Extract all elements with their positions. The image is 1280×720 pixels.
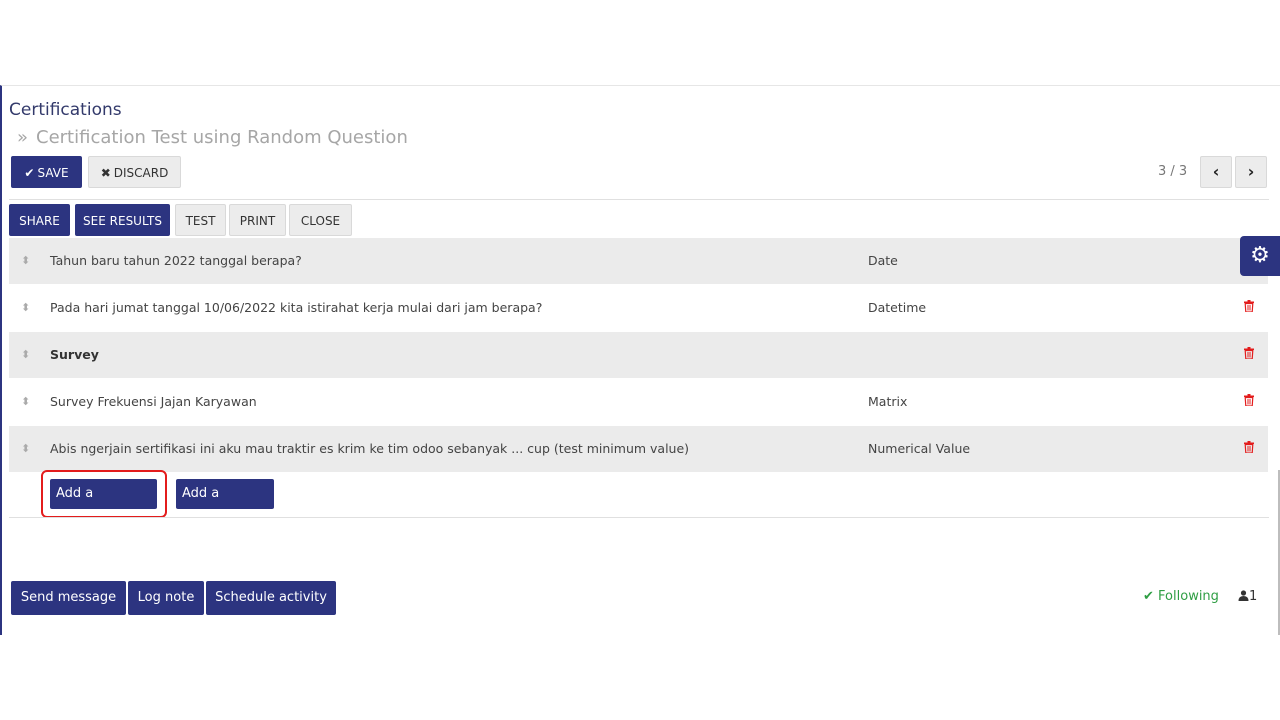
drag-handle-icon[interactable]: ⬍ [21, 285, 30, 331]
check-icon: ✔ [24, 166, 35, 180]
following-label: Following [1158, 589, 1219, 604]
user-icon [1238, 590, 1249, 601]
drag-handle-icon[interactable]: ⬍ [21, 426, 30, 472]
share-button[interactable]: SHARE [9, 204, 70, 236]
breadcrumb-current-label: Certification Test using Random Question [36, 127, 408, 148]
trash-icon[interactable] [1244, 441, 1254, 453]
settings-gear-button[interactable]: ⚙ [1240, 236, 1280, 276]
top-blank-area [0, 0, 1280, 85]
drag-handle-icon[interactable]: ⬍ [21, 238, 30, 284]
question-type: Datetime [868, 300, 927, 315]
chevron-left-icon: ‹ [1212, 162, 1220, 181]
trash-icon[interactable] [1244, 347, 1254, 359]
table-row[interactable]: ⬍ Tahun baru tahun 2022 tanggal berapa? … [9, 237, 1268, 284]
question-type: Numerical Value [868, 441, 971, 456]
question-title: Pada hari jumat tanggal 10/06/2022 kita … [50, 300, 543, 315]
question-type: Matrix [868, 394, 908, 409]
question-title: Tahun baru tahun 2022 tanggal berapa? [50, 253, 302, 268]
discard-button[interactable]: ✖ DISCARD [88, 156, 181, 188]
save-label: SAVE [37, 166, 69, 180]
schedule-activity-button[interactable]: Schedule activity [206, 581, 336, 615]
see-results-button[interactable]: SEE RESULTS [75, 204, 170, 236]
breadcrumb-separator: » [17, 127, 29, 148]
pager-value[interactable]: 3 / 3 [1158, 164, 1187, 179]
close-icon: ✖ [100, 166, 111, 180]
check-icon: ✔ [1143, 589, 1154, 604]
breadcrumb-parent[interactable]: Certifications [9, 100, 122, 120]
save-button[interactable]: ✔ SAVE [11, 156, 82, 188]
following-toggle[interactable]: ✔ Following [1143, 589, 1219, 604]
trash-icon[interactable] [1244, 300, 1254, 312]
table-row[interactable]: ⬍ Pada hari jumat tanggal 10/06/2022 kit… [9, 284, 1268, 331]
pager-next-button[interactable]: › [1235, 156, 1267, 188]
pager-previous-button[interactable]: ‹ [1200, 156, 1232, 188]
trash-icon[interactable] [1244, 394, 1254, 406]
left-accent-bar [0, 166, 2, 210]
table-row[interactable]: ⬍ Abis ngerjain sertifikasi ini aku mau … [9, 425, 1268, 472]
control-panel-divider [9, 199, 1269, 200]
discard-label: DISCARD [113, 166, 169, 180]
drag-handle-icon[interactable]: ⬍ [21, 379, 30, 425]
table-row[interactable]: ⬍ Survey Frekuensi Jajan Karyawan Matrix [9, 378, 1268, 425]
send-message-button[interactable]: Send message [11, 581, 126, 615]
section-title: Survey [50, 347, 99, 362]
chevron-right-icon: › [1247, 162, 1255, 181]
followers-count: 1 [1249, 589, 1258, 604]
log-note-button[interactable]: Log note [128, 581, 204, 615]
close-button[interactable]: CLOSE [289, 204, 352, 236]
breadcrumb-current: » Certification Test using Random Questio… [17, 127, 408, 148]
add-section-button[interactable]: Add a section [176, 479, 274, 531]
print-button[interactable]: PRINT [229, 204, 286, 236]
followers-button[interactable]: 1 [1238, 589, 1257, 604]
questions-list: ⬍ Tahun baru tahun 2022 tanggal berapa? … [9, 237, 1268, 472]
test-button[interactable]: TEST [175, 204, 226, 236]
table-row[interactable]: ⬍ Survey [9, 331, 1268, 378]
gear-icon: ⚙ [1250, 243, 1270, 268]
list-divider [9, 517, 1269, 518]
question-title: Survey Frekuensi Jajan Karyawan [50, 394, 257, 409]
drag-handle-icon[interactable]: ⬍ [21, 332, 30, 378]
add-question-button[interactable]: Add a question [50, 479, 157, 531]
question-type: Date [868, 253, 898, 268]
question-title: Abis ngerjain sertifikasi ini aku mau tr… [50, 441, 690, 456]
